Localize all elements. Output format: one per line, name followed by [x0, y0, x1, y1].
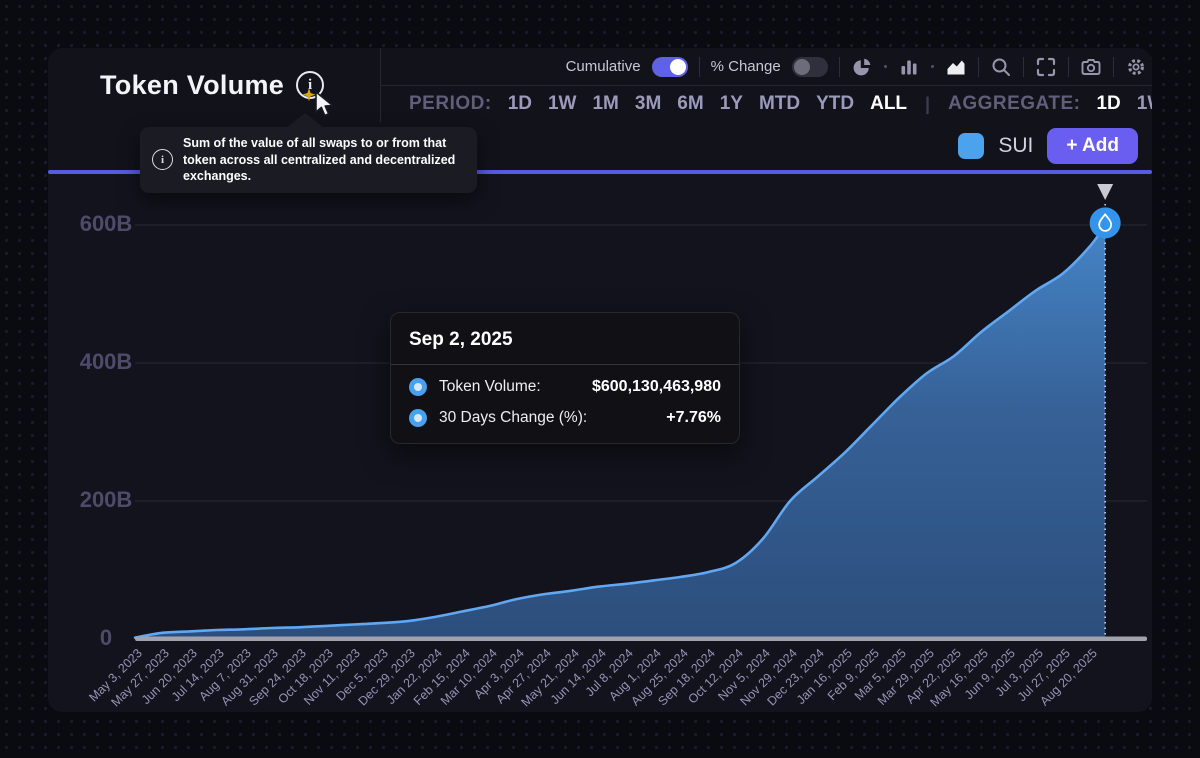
page-title: Token Volume [100, 70, 284, 101]
divider: | [923, 94, 932, 115]
period-option-all[interactable]: ALL [870, 93, 907, 115]
fullscreen-icon[interactable] [1035, 56, 1057, 78]
area-chart-icon[interactable] [945, 56, 967, 78]
series-dot-icon [409, 409, 427, 427]
tooltip-caret [286, 113, 324, 128]
dot-divider [931, 65, 934, 68]
info-tooltip-text: Sum of the value of all swaps to or from… [183, 135, 465, 185]
toggle-knob [670, 59, 686, 75]
tooltip-row: 30 Days Change (%): +7.76% [409, 409, 721, 427]
add-token-button[interactable]: + Add [1047, 128, 1138, 164]
pct-change-label: % Change [711, 58, 781, 75]
aggregate-option-1w[interactable]: 1W [1137, 93, 1152, 115]
period-option-3m[interactable]: 3M [635, 93, 661, 115]
chart-tooltip: Sep 2, 2025 Token Volume: $600,130,463,98… [390, 312, 740, 444]
info-icon-small: i [152, 149, 173, 170]
sui-legend-label: SUI [998, 134, 1033, 158]
divider [839, 57, 840, 77]
camera-icon[interactable] [1080, 56, 1102, 78]
period-option-mtd[interactable]: MTD [759, 93, 800, 115]
dot-divider [884, 65, 887, 68]
toolbar: Cumulative % Change [381, 48, 1152, 86]
aggregate-option-1d[interactable]: 1D [1096, 93, 1120, 115]
period-option-1w[interactable]: 1W [548, 93, 577, 115]
sui-legend-swatch[interactable] [958, 133, 984, 159]
tooltip-row-value: +7.76% [666, 409, 721, 427]
toggle-knob [794, 59, 810, 75]
pct-change-toggle[interactable] [792, 57, 828, 77]
period-option-1y[interactable]: 1Y [720, 93, 743, 115]
tooltip-row: Token Volume: $600,130,463,980 [409, 378, 721, 396]
period-option-ytd[interactable]: YTD [816, 93, 854, 115]
tooltip-row-label: 30 Days Change (%): [439, 409, 654, 427]
divider [1113, 57, 1114, 77]
series-dot-icon [409, 378, 427, 396]
period-options: 1D 1W 1M 3M 6M 1Y MTD YTD ALL [508, 93, 907, 115]
period-label: PERIOD: [409, 93, 492, 115]
cumulative-toggle[interactable] [652, 57, 688, 77]
cumulative-label: Cumulative [566, 58, 641, 75]
info-icon[interactable]: i [296, 71, 324, 99]
x-axis-baseline [135, 637, 1147, 642]
tooltip-row-label: Token Volume: [439, 378, 580, 396]
end-marker-pointer[interactable] [1097, 184, 1113, 200]
settings-gear-icon[interactable] [1125, 56, 1147, 78]
title-cell: Token Volume i [48, 48, 381, 122]
search-icon[interactable] [990, 56, 1012, 78]
tooltip-date: Sep 2, 2025 [391, 313, 739, 364]
divider [1068, 57, 1069, 77]
aggregate-label: AGGREGATE: [948, 93, 1080, 115]
period-option-1m[interactable]: 1M [592, 93, 618, 115]
divider [1023, 57, 1024, 77]
divider [978, 57, 979, 77]
bar-chart-icon[interactable] [898, 56, 920, 78]
header: Token Volume i Cumulative % Change [48, 48, 1152, 122]
period-option-1d[interactable]: 1D [508, 93, 532, 115]
tooltip-rows: Token Volume: $600,130,463,980 30 Days Cha… [391, 365, 739, 443]
divider [699, 57, 700, 77]
aggregate-options: 1D1W1M [1096, 93, 1152, 115]
period-row: PERIOD: 1D 1W 1M 3M 6M 1Y MTD YTD ALL | AGGREGAT… [381, 86, 1152, 122]
period-option-6m[interactable]: 6M [677, 93, 703, 115]
tooltip-row-value: $600,130,463,980 [592, 378, 721, 396]
pie-chart-icon[interactable] [851, 56, 873, 78]
chart-section: 0200B400B600B May 3, 2023May 27, 2023Jun… [48, 170, 1152, 712]
token-volume-panel: Token Volume i Cumulative % Change [48, 48, 1152, 712]
sui-token-marker[interactable] [1090, 207, 1121, 238]
info-tooltip: i Sum of the value of all swaps to or fr… [140, 127, 477, 193]
